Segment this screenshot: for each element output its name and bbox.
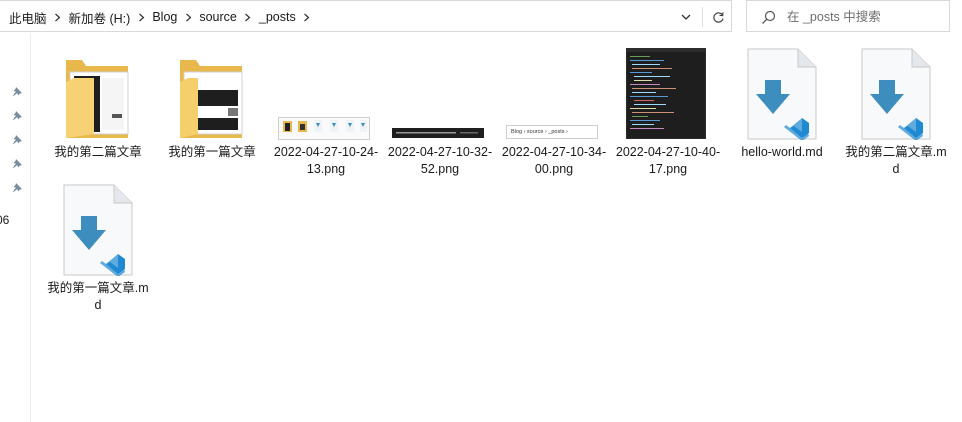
file-name: 2022-04-27-10-24-13.png (273, 145, 379, 176)
file-name: hello-world.md (741, 145, 823, 159)
chevron-right-icon[interactable] (179, 13, 197, 22)
search-icon (762, 10, 776, 24)
address-bar[interactable]: 此电脑 新加卷 (H:) Blog source _posts (0, 0, 732, 32)
chevron-right-icon[interactable] (132, 13, 150, 22)
chevron-right-icon[interactable] (239, 13, 257, 22)
breadcrumb-source[interactable]: source (197, 10, 239, 24)
pin-icon (13, 183, 22, 192)
breadcrumb-drive-h[interactable]: 新加卷 (H:) (67, 8, 133, 27)
quick-access-item-clipped[interactable]: 06 (0, 213, 9, 227)
pin-icon (13, 111, 22, 120)
breadcrumb: 此电脑 新加卷 (H:) Blog source _posts (7, 1, 316, 33)
file-name: 2022-04-27-10-34-00.png (501, 145, 607, 176)
file-item-markdown[interactable]: hello-world.md (728, 40, 836, 170)
pin-icon (13, 87, 22, 96)
file-item-image[interactable]: 2022-04-27-10-40-17.png (614, 40, 722, 180)
file-name: 我的第二篇文章 (54, 145, 142, 159)
file-item-image[interactable]: 2022-04-27-10-24-13.png (272, 40, 380, 180)
chevron-right-icon[interactable] (298, 13, 316, 22)
file-item-folder[interactable]: 我的第一篇文章 (158, 40, 266, 170)
markdown-file-icon (63, 184, 133, 276)
file-item-image[interactable]: Blog › source › _posts › 2022-04-27-10-3… (500, 40, 608, 180)
markdown-file-icon (861, 48, 931, 140)
chevron-right-icon[interactable] (49, 13, 67, 22)
chevron-down-icon (681, 14, 691, 20)
file-item-folder[interactable]: 我的第二篇文章 (44, 40, 152, 170)
file-name: 我的第一篇文章 (168, 145, 256, 159)
file-item-markdown[interactable]: 我的第二篇文章.md (842, 40, 950, 180)
breadcrumb-this-pc[interactable]: 此电脑 (7, 8, 49, 27)
search-box[interactable] (746, 0, 950, 32)
pin-icon (13, 159, 22, 168)
image-thumbnail (626, 48, 706, 139)
image-thumbnail (392, 128, 484, 138)
breadcrumb-blog[interactable]: Blog (150, 10, 179, 24)
markdown-file-icon (747, 48, 817, 140)
file-name: 我的第二篇文章.md (845, 145, 947, 176)
image-thumbnail (278, 117, 370, 140)
file-item-image[interactable]: 2022-04-27-10-32-52.png (386, 40, 494, 180)
refresh-icon (712, 11, 724, 23)
folder-icon (180, 60, 243, 138)
file-name: 2022-04-27-10-32-52.png (387, 145, 493, 176)
image-thumbnail: Blog › source › _posts › (506, 125, 598, 139)
breadcrumb-posts[interactable]: _posts (257, 10, 298, 24)
address-history-dropdown[interactable] (676, 8, 696, 26)
file-name: 我的第一篇文章.md (47, 281, 149, 312)
folder-icon (66, 60, 129, 138)
file-item-markdown[interactable]: 我的第一篇文章.md (44, 176, 152, 316)
navigation-pane[interactable]: 06 (0, 33, 31, 422)
pin-icon (13, 135, 22, 144)
address-divider (702, 7, 703, 27)
refresh-button[interactable] (707, 7, 729, 27)
search-input[interactable] (787, 7, 943, 27)
file-name: 2022-04-27-10-40-17.png (615, 145, 721, 176)
